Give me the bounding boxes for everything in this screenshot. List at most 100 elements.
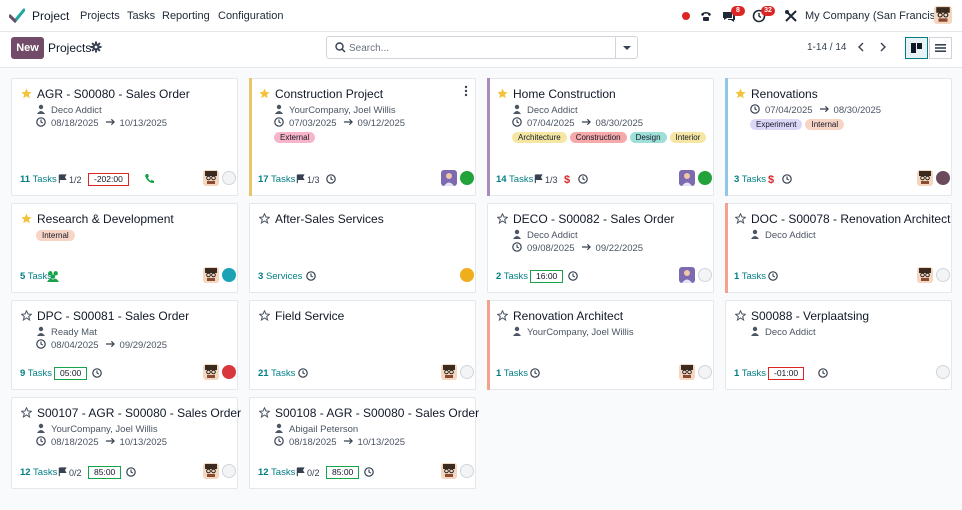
tasks-count: 12 [258,467,269,478]
star-icon[interactable] [21,213,32,224]
arrow-right-icon [581,118,591,126]
star-icon[interactable] [497,213,508,224]
tag-badge: Interior [669,132,707,143]
milestone-progress: 1/2 [58,174,82,185]
manager-avatar[interactable] [203,463,219,479]
tasks-count-link[interactable]: 3 Services [258,271,302,282]
star-icon[interactable] [735,310,746,321]
star-icon[interactable] [21,88,32,99]
project-status-indicator[interactable] [222,464,236,478]
manager-avatar[interactable] [679,364,695,380]
project-status-indicator[interactable] [698,365,712,379]
project-card[interactable]: DECO - S00082 - Sales Order Deco Addict 09… [487,203,714,293]
tasks-count-link[interactable]: 1 Tasks [734,271,766,282]
tasks-count-link[interactable]: 3 Tasks [734,174,766,185]
star-icon[interactable] [21,310,32,321]
manager-avatar[interactable] [441,463,457,479]
star-icon[interactable] [259,213,270,224]
project-card[interactable]: Research & Development Internal 5 Tasks [11,203,238,293]
manager-avatar[interactable] [679,267,695,283]
manager-avatar[interactable] [203,364,219,380]
tasks-count-link[interactable]: 17 Tasks [258,174,295,185]
project-card[interactable]: AGR - S00080 - Sales Order Deco Addict 08/… [11,78,238,196]
menu-reporting[interactable]: Reporting [162,10,210,22]
app-name[interactable]: Project [32,9,69,23]
project-status-indicator[interactable] [460,171,474,185]
gear-icon[interactable] [90,41,102,53]
project-status-indicator[interactable] [222,365,236,379]
project-status-indicator[interactable] [698,171,712,185]
project-card[interactable]: S00108 - AGR - S00080 - Sales Order Abiga… [249,397,479,489]
project-name: After-Sales Services [275,212,384,226]
menu-tasks[interactable]: Tasks [127,10,155,22]
company-switcher[interactable]: My Company (San Francisco) [805,10,951,22]
star-icon[interactable] [497,310,508,321]
star-icon[interactable] [21,407,32,418]
search-input[interactable] [349,40,615,56]
search-bar [326,36,638,59]
tasks-count: 5 [20,271,26,282]
tasks-count-link[interactable]: 1 Tasks [496,368,528,379]
manager-avatar[interactable] [917,170,933,186]
kebab-menu-icon [464,85,468,97]
project-card[interactable]: DPC - S00081 - Sales Order Ready Mat 08/04… [11,300,238,390]
project-card[interactable]: After-Sales Services 3 Services [249,203,476,293]
project-status-indicator[interactable] [698,268,712,282]
menu-configuration[interactable]: Configuration [218,10,283,22]
star-icon[interactable] [497,88,508,99]
star-icon[interactable] [259,310,270,321]
card-color-bar [725,78,728,196]
tasks-count-link[interactable]: 14 Tasks [496,174,533,185]
star-icon[interactable] [259,88,270,99]
pager-value[interactable]: 1-14 / 14 [807,42,846,53]
project-status-indicator[interactable] [936,365,950,379]
project-status-indicator[interactable] [936,171,950,185]
list-view-button[interactable] [929,37,952,59]
user-avatar[interactable] [934,6,952,24]
project-card[interactable]: Construction Project YourCompany, Joel Wi… [249,78,476,196]
tasks-count-link[interactable]: 12 Tasks [258,467,295,478]
pager-previous-icon[interactable] [855,41,867,53]
tasks-count-link[interactable]: 2 Tasks [496,271,528,282]
project-card[interactable]: S00107 - AGR - S00080 - Sales Order YourC… [11,397,241,489]
menu-projects[interactable]: Projects [80,10,120,22]
project-status-indicator[interactable] [222,171,236,185]
star-icon[interactable] [259,407,270,418]
project-card[interactable]: Field Service 21 Tasks [249,300,476,390]
tasks-count-link[interactable]: 1 Tasks [734,368,766,379]
star-icon[interactable] [735,88,746,99]
new-button[interactable]: New [11,37,44,59]
manager-avatar[interactable] [203,267,219,283]
pager-next-icon[interactable] [877,41,889,53]
project-status-indicator[interactable] [460,365,474,379]
manager-avatar[interactable] [441,364,457,380]
tag-list: Internal [36,230,232,241]
tasks-count-link[interactable]: 12 Tasks [20,467,57,478]
recording-indicator-icon[interactable] [682,12,690,20]
tasks-count-link[interactable]: 9 Tasks [20,368,52,379]
kanban-view-button[interactable] [905,37,928,59]
tasks-count-link[interactable]: 11 Tasks [20,174,57,185]
project-card[interactable]: Renovations 07/04/2025 08/30/2025 Experimen… [725,78,952,196]
manager-avatar[interactable] [917,267,933,283]
project-card[interactable]: Home Construction Deco Addict 07/04/2025 08… [487,78,714,196]
search-options-toggle[interactable] [615,37,637,58]
project-status-indicator[interactable] [460,268,474,282]
project-status-indicator[interactable] [460,464,474,478]
tools-icon[interactable] [784,9,798,23]
project-card[interactable]: DOC - S00078 - Renovation Architect Deco … [725,203,952,293]
tasks-label: Tasks [741,368,767,379]
project-card[interactable]: S00088 - Verplaatsing Deco Addict 1 Tasks -… [725,300,952,390]
tasks-count-link[interactable]: 21 Tasks [258,368,295,379]
project-status-indicator[interactable] [936,268,950,282]
star-icon[interactable] [735,213,746,224]
project-app-icon[interactable] [9,8,25,24]
project-card[interactable]: Renovation Architect YourCompany, Joel Wi… [487,300,714,390]
manager-avatar[interactable] [203,170,219,186]
project-status-indicator[interactable] [222,268,236,282]
flag-icon [296,174,305,184]
phone-icon[interactable] [699,9,713,23]
manager-avatar[interactable] [441,170,457,186]
tasks-count: 1 [496,368,502,379]
manager-avatar[interactable] [679,170,695,186]
